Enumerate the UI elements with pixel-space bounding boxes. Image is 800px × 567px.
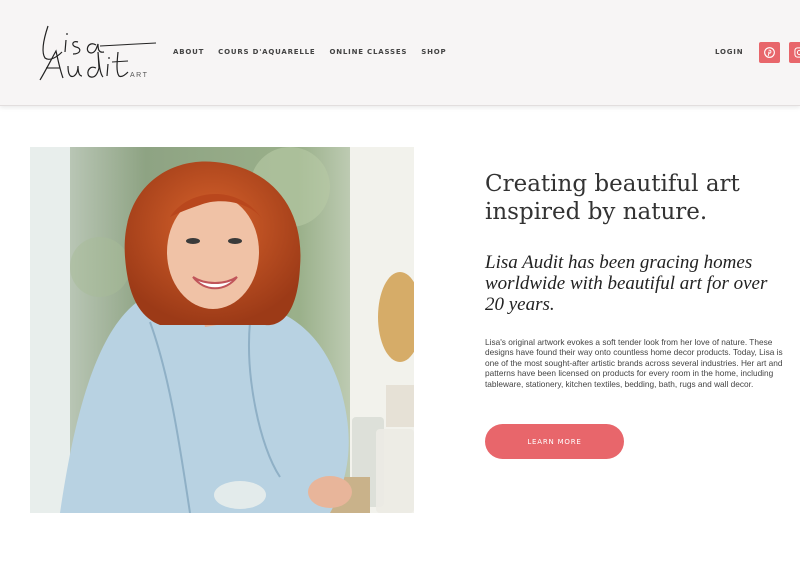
hero-subheadline: Lisa Audit has been gracing homes worldw…: [485, 252, 768, 315]
learn-more-button[interactable]: LEARN MORE: [485, 424, 624, 459]
nav-cours-aquarelle[interactable]: COURS D'AQUARELLE: [218, 48, 315, 56]
nav-online-classes[interactable]: ONLINE CLASSES: [330, 48, 408, 56]
nav-shop[interactable]: SHOP: [421, 48, 446, 56]
instagram-icon: [794, 47, 800, 58]
main-nav: ABOUT COURS D'AQUARELLE ONLINE CLASSES S…: [173, 48, 446, 56]
login-link[interactable]: LOGIN: [715, 48, 743, 56]
hero-description: Lisa's original artwork evokes a soft te…: [485, 337, 783, 389]
logo-subtitle: ART: [130, 72, 149, 79]
instagram-button[interactable]: [789, 42, 800, 63]
pinterest-icon: [764, 47, 775, 58]
site-header: ART ABOUT COURS D'AQUARELLE ONLINE CLASS…: [0, 0, 800, 106]
pinterest-button[interactable]: [759, 42, 780, 63]
hero-headline: Creating beautiful art inspired by natur…: [485, 171, 740, 225]
nav-about[interactable]: ABOUT: [173, 48, 204, 56]
hero-photo: [30, 147, 414, 513]
